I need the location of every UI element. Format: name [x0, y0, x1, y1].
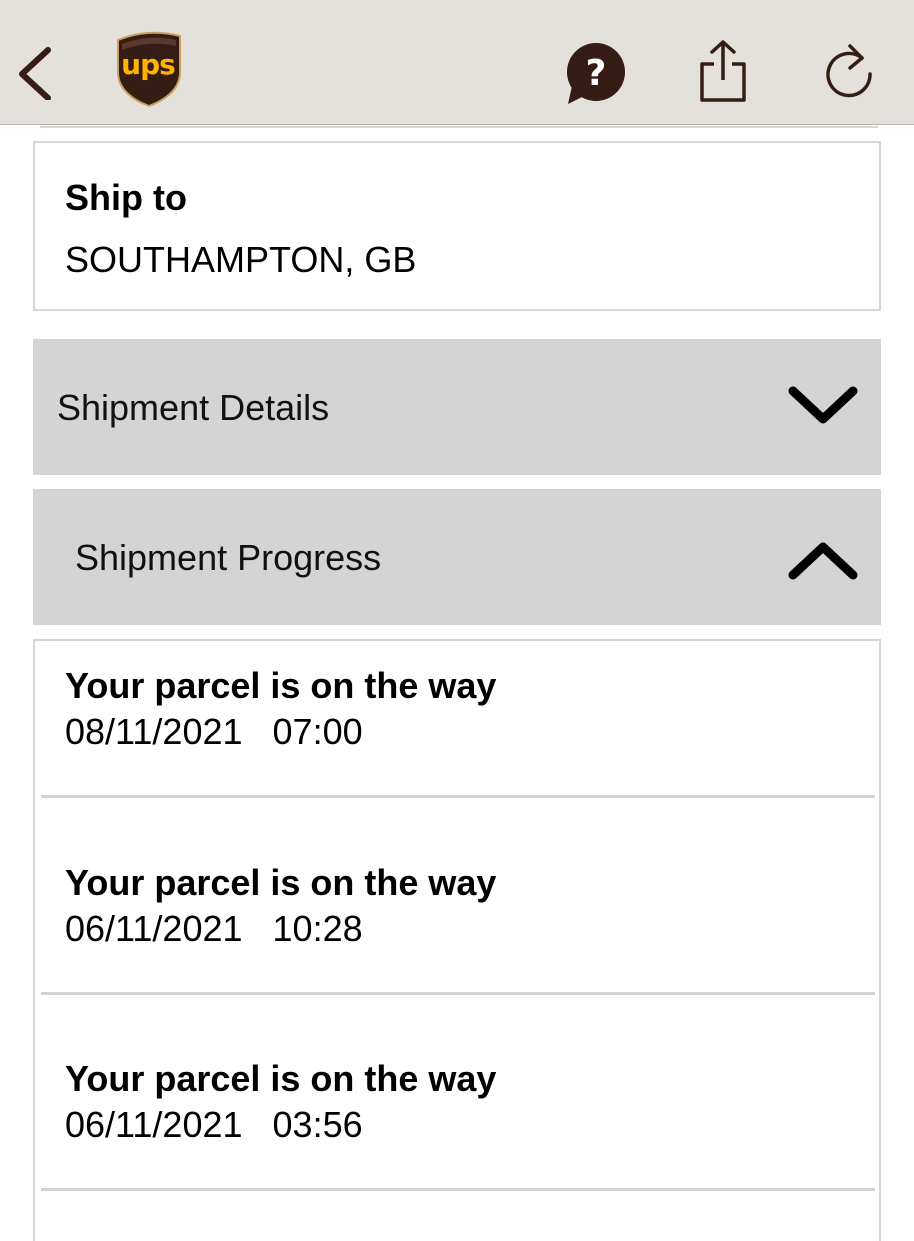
event-title: Your parcel is on the way — [65, 1058, 497, 1099]
shipment-progress-header[interactable]: Shipment Progress — [33, 489, 881, 625]
chevron-down-icon — [788, 386, 858, 424]
help-button[interactable]: ? — [562, 42, 628, 104]
refresh-button[interactable] — [820, 38, 880, 102]
ship-to-label: Ship to — [65, 177, 187, 218]
shipment-progress-list: Your parcel is on the way 08/11/2021 07:… — [33, 639, 881, 1241]
shipment-progress-label: Shipment Progress — [75, 537, 382, 578]
event-divider — [41, 1188, 875, 1191]
shipment-details-header[interactable]: Shipment Details — [33, 339, 881, 475]
ship-to-value: SOUTHAMPTON, GB — [65, 239, 417, 280]
event-time-value: 07:00 — [272, 711, 363, 752]
event-title: Your parcel is on the way — [65, 862, 497, 903]
event-time-value: 03:56 — [272, 1104, 363, 1145]
help-bubble-icon: ? — [567, 43, 625, 104]
ups-logo-text: ups — [121, 48, 176, 81]
chevron-up-icon — [788, 542, 858, 580]
event-date: 06/11/2021 10:28 — [65, 908, 363, 950]
ups-logo: ups — [114, 28, 186, 108]
chevron-left-icon — [19, 47, 51, 101]
share-icon — [700, 40, 746, 102]
event-date: 08/11/2021 07:00 — [65, 711, 363, 753]
top-navigation-bar: ups ? — [0, 0, 914, 125]
event-date-value: 08/11/2021 — [65, 711, 243, 752]
svg-text:?: ? — [586, 53, 607, 94]
previous-card-edge — [40, 124, 878, 128]
event-date-value: 06/11/2021 — [65, 908, 243, 949]
shipment-details-label: Shipment Details — [57, 387, 330, 428]
back-button[interactable] — [14, 44, 58, 101]
event-time-value: 10:28 — [272, 908, 363, 949]
event-divider — [41, 992, 875, 995]
event-date: 06/11/2021 03:56 — [65, 1104, 363, 1146]
event-divider — [41, 795, 875, 798]
event-date-value: 06/11/2021 — [65, 1104, 243, 1145]
share-button[interactable] — [694, 38, 752, 104]
refresh-icon — [826, 44, 872, 98]
event-title: Your parcel is on the way — [65, 665, 497, 706]
ship-to-card: Ship to SOUTHAMPTON, GB — [33, 141, 881, 311]
